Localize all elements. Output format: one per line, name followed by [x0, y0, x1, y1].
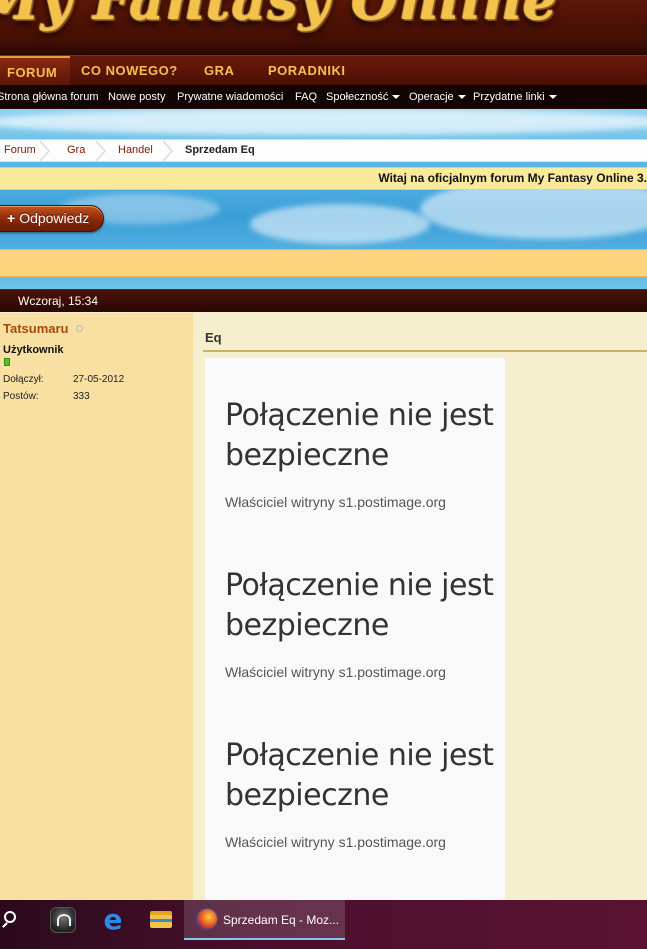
post-date: Wczoraj, 15:34 [18, 294, 99, 308]
caret-down-icon [392, 95, 401, 100]
error-description: Właściciel witryny s1.postimage.org niep… [225, 834, 446, 856]
post-header: Wczoraj, 15:34 [0, 289, 647, 312]
main-nav-forum[interactable]: Forum [0, 56, 70, 86]
posts-label: Postów: [3, 391, 39, 402]
error-block: Połączenie nie jest bezpieczne Właścicie… [225, 566, 495, 686]
username-link[interactable]: Tatsumaru [3, 321, 69, 336]
breadcrumb-forum[interactable]: Forum [4, 140, 36, 161]
main-nav-whats-new[interactable]: Co nowego? [81, 56, 178, 86]
firefox-icon [196, 908, 218, 930]
error-description: Właściciel witryny s1.postimage.org niep… [225, 664, 446, 686]
error-description: Właściciel witryny s1.postimage.org niep… [225, 494, 446, 516]
breadcrumb: Forum Gra Handel Sprzedam Eq [0, 139, 647, 162]
reply-button[interactable]: + Odpowiedz [0, 205, 104, 232]
reputation-icon [4, 358, 10, 366]
sub-nav-new-posts[interactable]: Nowe posty [108, 85, 165, 109]
posts-value: 333 [73, 391, 90, 402]
plus-icon: + [7, 210, 16, 226]
site-logo[interactable]: My Fantasy Online [0, 0, 558, 32]
sub-nav-private-messages[interactable]: Prywatne wiadomości [177, 85, 283, 109]
windows-taskbar: e Sprzedam Eq - Moz... [0, 900, 647, 949]
breadcrumb-separator [162, 140, 173, 162]
error-block: Połączenie nie jest bezpieczne Właścicie… [225, 396, 495, 516]
sub-nav-community-label: Społeczność [326, 91, 389, 103]
welcome-notice: Witaj na oficjalnym forum My Fantasy Onl… [0, 167, 647, 190]
firefox-taskbar-button[interactable]: Sprzedam Eq - Moz... [184, 900, 345, 940]
main-nav: Forum Co nowego? Gra Poradniki [0, 55, 647, 86]
sub-nav-operations-label: Operacje [409, 91, 454, 103]
embedded-image-error: Połączenie nie jest bezpieczne Właścicie… [205, 358, 505, 900]
error-block: Połączenie nie jest bezpieczne Właścicie… [225, 736, 495, 856]
joined-label: Dołączył: [3, 374, 44, 385]
edge-browser-icon[interactable]: e [95, 900, 131, 940]
search-icon[interactable] [0, 900, 30, 940]
error-title: Połączenie nie jest bezpieczne [225, 398, 494, 473]
caret-down-icon [548, 95, 557, 100]
sub-nav-forum-home[interactable]: Strona główna forum [0, 85, 99, 109]
sub-nav-community[interactable]: Społeczność [326, 85, 401, 109]
post-user-info: Tatsumaru Użytkownik Dołączył: 27-05-201… [0, 313, 193, 900]
welcome-text: Witaj na oficjalnym forum My Fantasy Onl… [378, 171, 647, 185]
folder-stripe [150, 919, 172, 922]
file-explorer-icon[interactable] [143, 900, 179, 940]
sub-nav-faq[interactable]: FAQ [295, 85, 317, 109]
sub-nav-operations[interactable]: Operacje [409, 85, 466, 109]
reply-button-label: Odpowiedz [19, 210, 90, 226]
search-icon-handle [2, 922, 8, 928]
cloud [0, 109, 647, 135]
notice-strip [0, 249, 647, 277]
firefox-window-title: Sprzedam Eq - Moz... [223, 913, 340, 927]
error-title: Połączenie nie jest bezpieczne [225, 738, 494, 813]
joined-value: 27-05-2012 [73, 374, 125, 385]
site-banner: My Fantasy Online [0, 0, 647, 55]
offline-status-icon [76, 325, 83, 332]
main-nav-guides[interactable]: Poradniki [268, 56, 345, 86]
cloud [250, 204, 430, 244]
breadcrumb-separator [95, 140, 106, 162]
post-content: Eq Połączenie nie jest bezpieczne Właści… [193, 313, 647, 900]
breadcrumb-trade[interactable]: Handel [118, 140, 153, 161]
main-nav-game[interactable]: Gra [204, 56, 234, 86]
caret-down-icon [457, 95, 466, 100]
breadcrumb-current: Sprzedam Eq [185, 144, 255, 156]
sub-nav-useful-links-label: Przydatne linki [473, 91, 545, 103]
sub-nav: Strona główna forum Nowe posty Prywatne … [0, 85, 647, 109]
user-title: Użytkownik [3, 344, 64, 356]
post-title-divider [203, 350, 647, 352]
headphones-icon [50, 907, 76, 933]
media-player-icon[interactable] [45, 900, 81, 940]
post-title: Eq [205, 330, 222, 345]
breadcrumb-game[interactable]: Gra [67, 140, 85, 161]
banner-shade [0, 40, 647, 55]
breadcrumb-separator [39, 140, 50, 162]
sub-nav-useful-links[interactable]: Przydatne linki [473, 85, 557, 109]
error-title: Połączenie nie jest bezpieczne [225, 568, 494, 643]
